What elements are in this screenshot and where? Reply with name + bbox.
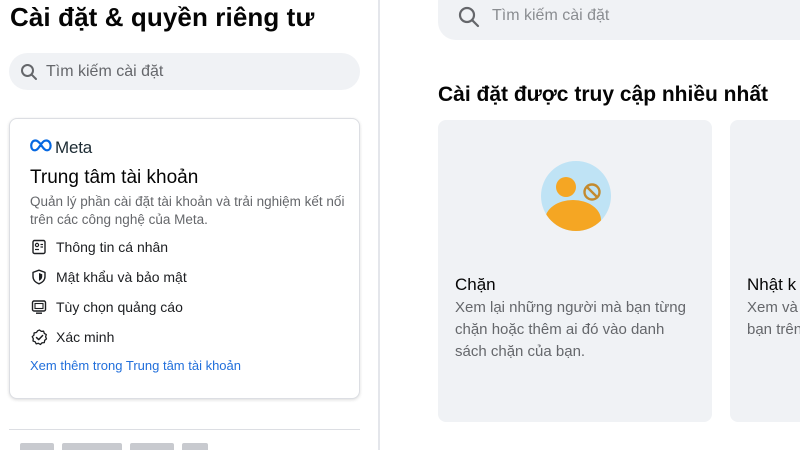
meta-wordmark: Meta	[55, 138, 92, 157]
tile-title: Chặn	[455, 275, 496, 294]
ac-item-label: Tùy chọn quảng cáo	[56, 299, 183, 315]
accounts-center-title: Trung tâm tài khoản	[30, 167, 199, 188]
meta-infinity-icon	[30, 139, 52, 157]
search-icon	[456, 4, 482, 30]
ac-item-password-security[interactable]: Mật khẩu và bảo mật	[30, 262, 187, 292]
page-title: Cài đặt & quyền riêng tư	[10, 2, 315, 32]
settings-search-bar[interactable]	[9, 53, 360, 90]
shield-icon	[30, 268, 48, 286]
tile-description: Xem và bạn trên	[747, 297, 800, 341]
settings-page: Cài đặt & quyền riêng tư Meta Trung tâm …	[0, 0, 800, 450]
settings-sidebar: Cài đặt & quyền riêng tư Meta Trung tâm …	[0, 0, 378, 450]
search-icon	[19, 62, 39, 82]
monitor-icon	[30, 298, 48, 316]
ac-item-label: Mật khẩu và bảo mật	[56, 269, 187, 285]
meta-logo: Meta	[30, 138, 92, 158]
section-divider	[9, 429, 360, 430]
ac-item-ad-preferences[interactable]: Tùy chọn quảng cáo	[30, 292, 187, 322]
settings-search-input[interactable]	[44, 61, 348, 82]
accounts-center-card[interactable]: Meta Trung tâm tài khoản Quản lý phần cà…	[9, 118, 360, 399]
next-section-heading-cutoff	[20, 443, 240, 450]
tile-description-line: bạn trên	[747, 321, 800, 338]
settings-tile-blocking[interactable]: Chặn Xem lại những người mà bạn từng chặ…	[438, 120, 712, 422]
ac-item-label: Thông tin cá nhân	[56, 239, 169, 255]
accounts-center-description: Quản lý phần cài đặt tài khoản và trải n…	[30, 194, 345, 227]
tile-title: Nhật k	[747, 275, 797, 294]
ac-item-label: Xác minh	[56, 329, 115, 345]
accounts-center-list: Thông tin cá nhân Mật khẩu và bảo mật Tù…	[30, 232, 187, 352]
ac-item-personal-info[interactable]: Thông tin cá nhân	[30, 232, 187, 262]
main-search-bar[interactable]	[438, 0, 800, 40]
settings-tile-activity-log[interactable]: Nhật k Xem và bạn trên	[730, 120, 800, 422]
main-search-input[interactable]	[490, 6, 794, 26]
most-visited-settings-title: Cài đặt được truy cập nhiều nhất	[438, 83, 769, 106]
ac-item-verification[interactable]: Xác minh	[30, 322, 187, 352]
blocked-user-icon	[540, 160, 612, 232]
tile-description-line: Xem và	[747, 299, 798, 316]
see-more-accounts-center-link[interactable]: Xem thêm trong Trung tâm tài khoản	[30, 358, 241, 373]
verified-badge-icon	[30, 328, 48, 346]
tile-description: Xem lại những người mà bạn từng chặn hoặ…	[455, 299, 686, 360]
panel-divider	[378, 0, 380, 450]
id-card-icon	[30, 238, 48, 256]
